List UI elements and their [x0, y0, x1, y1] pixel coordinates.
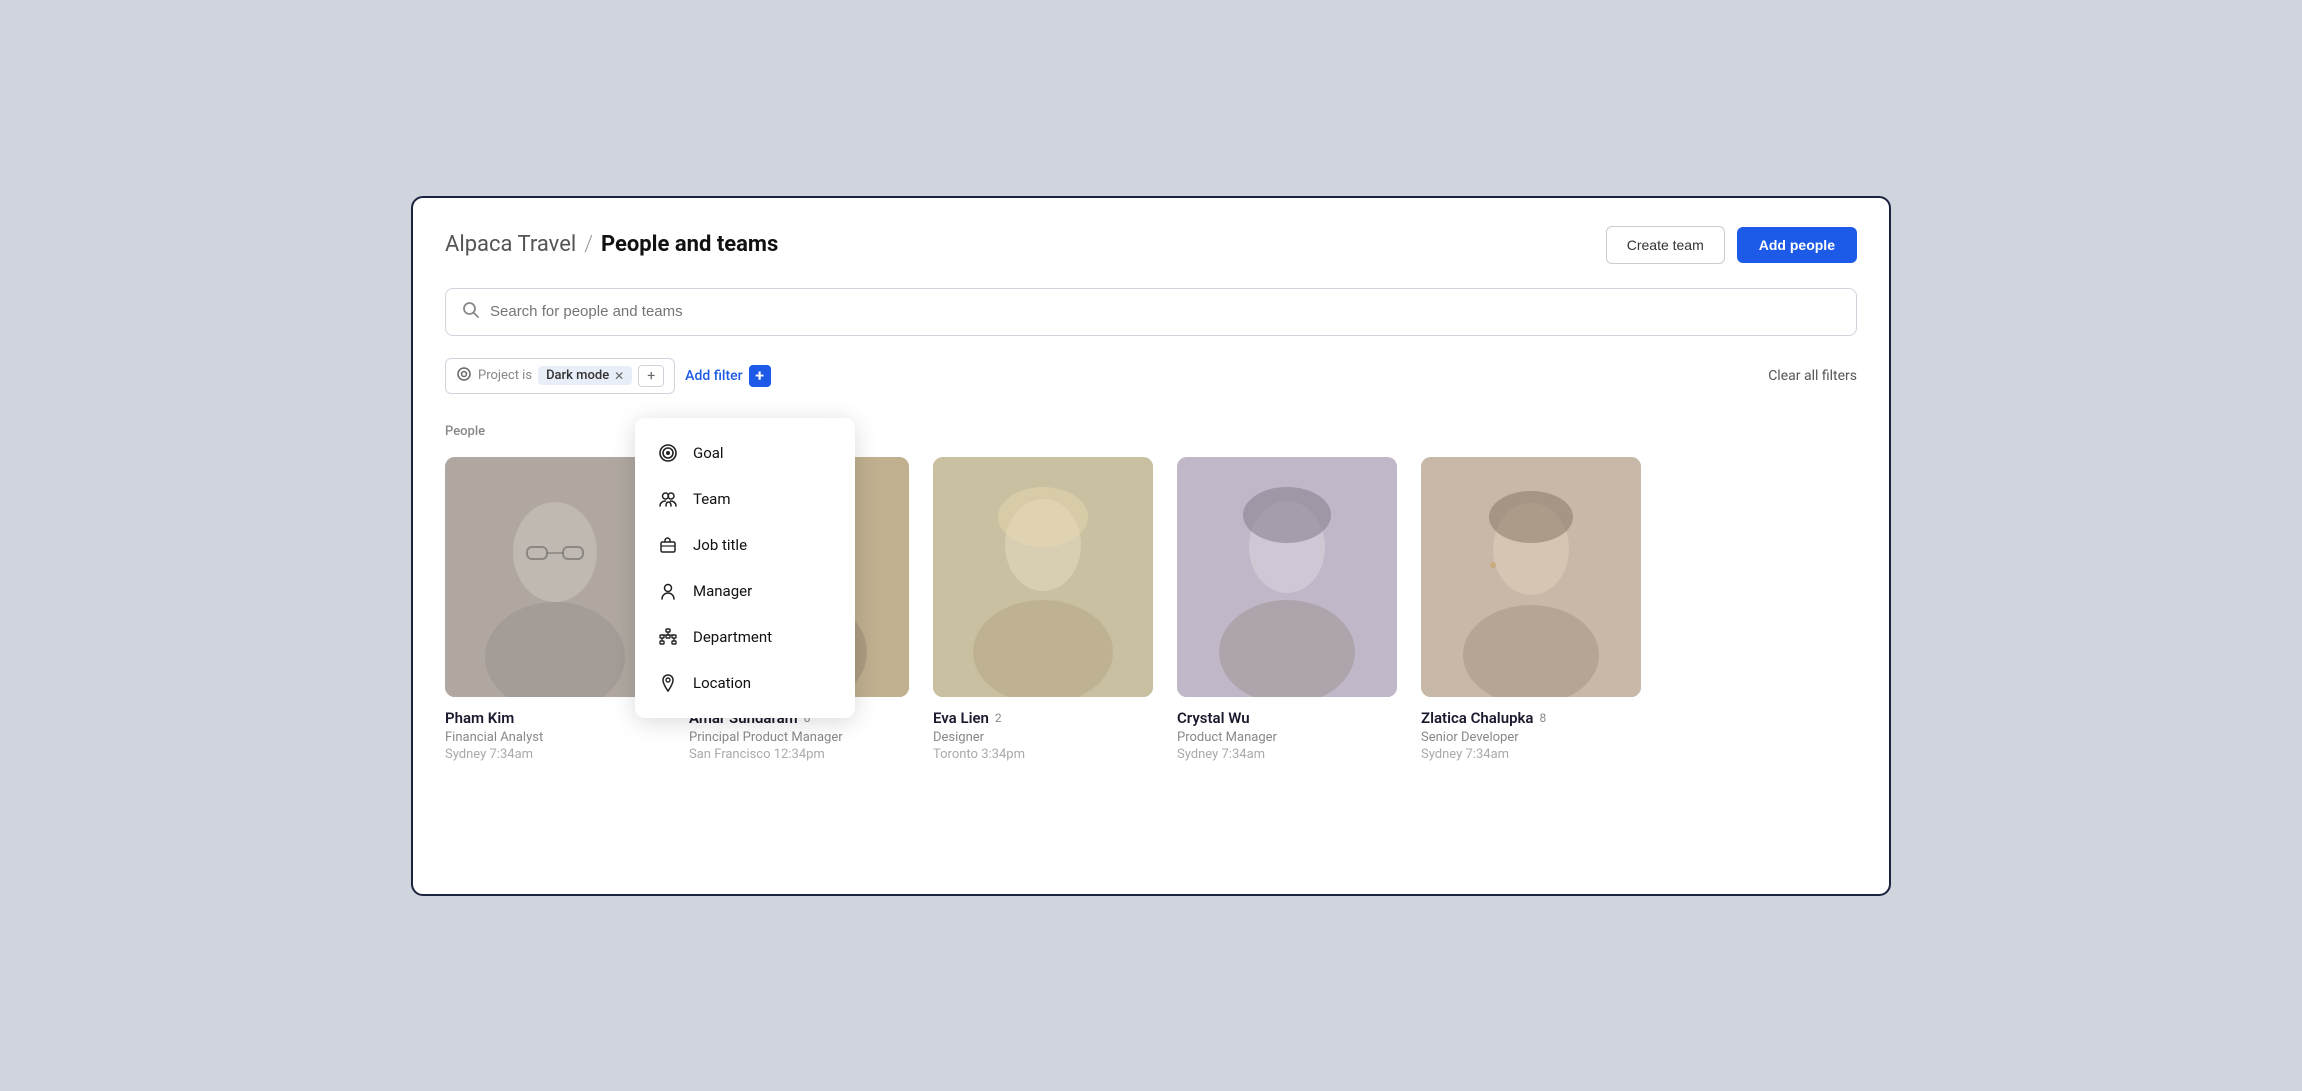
person-name: Pham Kim — [445, 709, 665, 727]
person-location-time: Sydney 7:34am — [1177, 747, 1397, 762]
goal-icon — [657, 443, 679, 463]
project-filter-tag: Project is Dark mode ✕ + — [445, 358, 675, 394]
filter-dropdown: Goal Team — [635, 418, 855, 718]
person-card[interactable]: Zlatica Chalupka 8 Senior Developer Sydn… — [1421, 457, 1641, 762]
person-photo — [445, 457, 665, 697]
manager-icon — [657, 581, 679, 601]
search-bar — [445, 288, 1857, 336]
header: Alpaca Travel / People and teams Create … — [445, 226, 1857, 264]
page-title: People and teams — [601, 232, 778, 257]
person-role: Product Manager — [1177, 730, 1397, 745]
person-photo — [1177, 457, 1397, 697]
person-role: Designer — [933, 730, 1153, 745]
dropdown-item-goal[interactable]: Goal — [635, 430, 855, 476]
header-actions: Create team Add people — [1606, 226, 1857, 264]
person-count-badge: 8 — [1540, 711, 1547, 725]
add-people-button[interactable]: Add people — [1737, 227, 1857, 263]
clear-all-filters-button[interactable]: Clear all filters — [1768, 368, 1857, 384]
dropdown-item-manager[interactable]: Manager — [635, 568, 855, 614]
dropdown-item-department-label: Department — [693, 628, 772, 646]
add-filter-label: Add filter — [685, 368, 742, 384]
expand-filter-button[interactable]: + — [638, 365, 664, 387]
dropdown-item-team[interactable]: Team — [635, 476, 855, 522]
create-team-button[interactable]: Create team — [1606, 226, 1725, 264]
person-name: Crystal Wu — [1177, 709, 1397, 727]
dropdown-item-department[interactable]: Department — [635, 614, 855, 660]
person-name: Zlatica Chalupka 8 — [1421, 709, 1641, 727]
project-filter-label: Project is — [478, 368, 532, 383]
person-role: Principal Product Manager — [689, 730, 909, 745]
filter-bar: Project is Dark mode ✕ + Add filter + Cl… — [445, 358, 1857, 394]
dropdown-item-location-label: Location — [693, 674, 751, 692]
person-photo — [933, 457, 1153, 697]
person-location-time: Toronto 3:34pm — [933, 747, 1153, 762]
team-icon — [657, 489, 679, 509]
department-icon — [657, 627, 679, 647]
search-input[interactable] — [490, 303, 1840, 320]
dropdown-item-job-title-label: Job title — [693, 536, 747, 554]
app-name: Alpaca Travel — [445, 232, 576, 257]
dropdown-item-goal-label: Goal — [693, 444, 724, 462]
dropdown-item-job-title[interactable]: Job title — [635, 522, 855, 568]
add-filter-plus-icon: + — [749, 365, 771, 387]
person-card[interactable]: Eva Lien 2 Designer Toronto 3:34pm — [933, 457, 1153, 762]
person-location-time: Sydney 7:34am — [1421, 747, 1641, 762]
person-role: Financial Analyst — [445, 730, 665, 745]
app-window: Alpaca Travel / People and teams Create … — [411, 196, 1891, 896]
person-card[interactable]: Crystal Wu Product Manager Sydney 7:34am — [1177, 457, 1397, 762]
person-role: Senior Developer — [1421, 730, 1641, 745]
location-icon — [657, 673, 679, 693]
search-icon — [462, 301, 480, 323]
person-name: Eva Lien 2 — [933, 709, 1153, 727]
person-count-badge: 2 — [995, 711, 1002, 725]
dropdown-item-manager-label: Manager — [693, 582, 752, 600]
remove-filter-button[interactable]: ✕ — [614, 369, 624, 383]
person-location-time: Sydney 7:34am — [445, 747, 665, 762]
person-card[interactable]: Pham Kim Financial Analyst Sydney 7:34am — [445, 457, 665, 762]
title-separator: / — [584, 232, 593, 257]
person-photo — [1421, 457, 1641, 697]
header-title: Alpaca Travel / People and teams — [445, 232, 778, 257]
dropdown-item-location[interactable]: Location — [635, 660, 855, 706]
add-filter-button[interactable]: Add filter + — [685, 365, 770, 387]
job-icon — [657, 535, 679, 555]
dropdown-item-team-label: Team — [693, 490, 731, 508]
project-filter-value: Dark mode ✕ — [538, 366, 632, 385]
person-location-time: San Francisco 12:34pm — [689, 747, 909, 762]
filter-icon — [456, 366, 472, 386]
